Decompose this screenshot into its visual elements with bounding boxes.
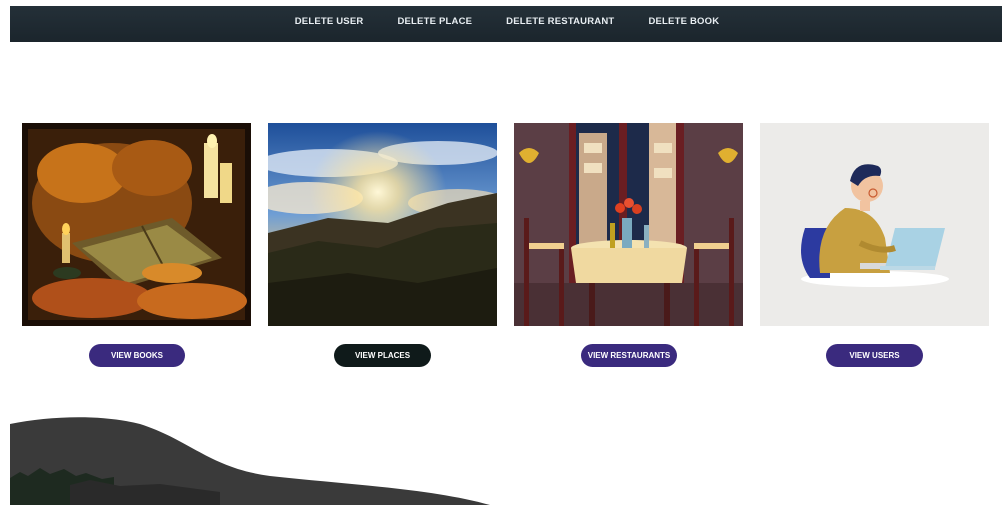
restaurants-illustration: [514, 123, 743, 326]
places-illustration: [268, 123, 497, 326]
books-illustration: [22, 123, 251, 326]
nav-delete-book[interactable]: DELETE BOOK: [648, 16, 719, 27]
view-restaurants-button[interactable]: VIEW RESTAURANTS: [581, 344, 677, 367]
nav-delete-restaurant[interactable]: DELETE RESTAURANT: [506, 16, 614, 27]
nav-delete-place[interactable]: DELETE PLACE: [397, 16, 472, 27]
top-navbar: DELETE USER DELETE PLACE DELETE RESTAURA…: [10, 6, 1002, 42]
books-image[interactable]: [22, 123, 251, 326]
view-users-button[interactable]: VIEW USERS: [826, 344, 923, 367]
nav-delete-user[interactable]: DELETE USER: [295, 16, 364, 27]
view-books-button[interactable]: VIEW BOOKS: [89, 344, 185, 367]
landscape-illustration: [10, 417, 490, 505]
hill-landscape: [10, 410, 490, 505]
view-places-button[interactable]: VIEW PLACES: [334, 344, 431, 367]
users-illustration: [760, 123, 989, 326]
users-image[interactable]: [760, 123, 989, 326]
restaurants-image[interactable]: [514, 123, 743, 326]
places-image[interactable]: [268, 123, 497, 326]
